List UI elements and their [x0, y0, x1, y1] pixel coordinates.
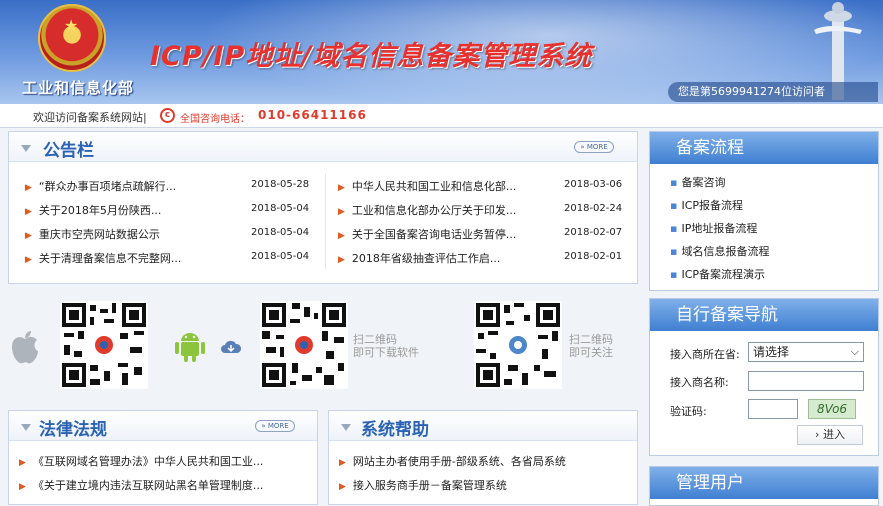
- law-item[interactable]: ▶ 《关于建立境内违法互联网站黑名单管理制度...: [19, 477, 263, 493]
- process-panel: 备案流程 ▪ 备案咨询 ▪ ICP报备流程 ▪ IP地址报备流程 ▪ 域名信息报备流程 …: [649, 131, 879, 291]
- arrow-icon: ▶: [338, 255, 345, 265]
- ios-download-qr-code: [60, 301, 148, 389]
- filing-nav-title: 自行备案导航: [650, 299, 878, 331]
- process-title: 备案流程: [650, 132, 878, 164]
- arrow-icon: ▶: [25, 231, 32, 241]
- notice-item[interactable]: ▶ 2018年省级抽查评估工作启...: [338, 250, 500, 266]
- app-download-section: 扫二维码 即可下载软件 扫二维码 即可关注: [8, 289, 640, 397]
- captcha-image[interactable]: 8Vo6: [808, 399, 856, 419]
- process-item[interactable]: ▪ 域名信息报备流程: [670, 243, 769, 259]
- national-emblem-logo: ★: [38, 4, 106, 72]
- notice-date: 2018-03-06: [564, 179, 623, 190]
- enter-button[interactable]: › 进入: [797, 425, 863, 445]
- notice-item[interactable]: ▶ “群众办事百项堵点疏解行...: [25, 178, 176, 194]
- help-title: 系统帮助: [361, 420, 429, 440]
- ministry-name: 工业和信息化部: [22, 79, 135, 97]
- provider-name-label: 接入商名称:: [670, 376, 729, 389]
- arrow-icon: ▶: [25, 207, 32, 217]
- arrow-icon: ▶: [25, 255, 32, 265]
- android-icon[interactable]: [174, 329, 206, 363]
- apple-icon[interactable]: [10, 329, 40, 365]
- process-item[interactable]: ▪ ICP备案流程演示: [670, 266, 765, 282]
- arrow-icon: ▶: [339, 482, 346, 492]
- info-bar: 欢迎访问备案系统网站| c 全国咨询电话： 010-66411166: [0, 104, 883, 128]
- follow-qr-code: [474, 301, 562, 389]
- arrow-icon: ▶: [338, 183, 345, 193]
- notice-item[interactable]: ▶ 关于清理备案信息不完整网...: [25, 250, 181, 266]
- help-panel: 系统帮助 ▶ 网站主办者使用手册-部级系统、各省局系统 ▶ 接入服务商手册－备案管理…: [328, 410, 638, 505]
- phone-number: 010-66411166: [258, 108, 367, 122]
- law-item[interactable]: ▶ 《互联网域名管理办法》中华人民共和国工业...: [19, 453, 263, 469]
- notice-item[interactable]: ▶ 重庆市空壳网站数据公示: [25, 226, 160, 242]
- admin-panel: 管理用户: [649, 466, 879, 506]
- cloud-download-icon[interactable]: [220, 339, 242, 355]
- system-title: ICP/IP地址/域名信息备案管理系统: [150, 41, 593, 72]
- arrow-icon: ▶: [338, 207, 345, 217]
- android-download-qr-code: [260, 301, 348, 389]
- filing-nav-panel: 自行备案导航 接入商所在省: 请选择 ⌵ 接入商名称: 验证码: 8Vo6 › 进…: [649, 298, 879, 456]
- welcome-text: 欢迎访问备案系统网站|: [33, 111, 147, 124]
- site-header: ★ 工业和信息化部 ICP/IP地址/域名信息备案管理系统 您是第5699941…: [0, 0, 883, 104]
- provider-location-label: 接入商所在省:: [670, 348, 740, 361]
- process-item[interactable]: ▪ ICP报备流程: [670, 197, 743, 213]
- bullet-icon: ▪: [670, 245, 678, 258]
- arrow-icon: ▶: [19, 458, 26, 468]
- arrow-icon: ▶: [339, 458, 346, 468]
- chevron-down-icon: ⌵: [850, 345, 859, 358]
- bullet-icon: ▪: [670, 199, 678, 212]
- notice-item[interactable]: ▶ 工业和信息化部办公厅关于印发...: [338, 202, 516, 218]
- help-item[interactable]: ▶ 网站主办者使用手册-部级系统、各省局系统: [339, 453, 566, 469]
- notice-item[interactable]: ▶ 关于2018年5月份陕西...: [25, 202, 161, 218]
- captcha-input[interactable]: [748, 399, 798, 419]
- phone-label: 全国咨询电话：: [180, 114, 250, 125]
- law-panel: 法律法规 » MORE ▶ 《互联网域名管理办法》中华人民共和国工业... ▶ 《关…: [8, 410, 318, 505]
- notice-more-button[interactable]: » MORE: [574, 141, 614, 153]
- notice-date: 2018-02-24: [564, 203, 623, 214]
- collapse-triangle-icon: [341, 424, 351, 431]
- arrow-icon: ▶: [19, 482, 26, 492]
- notice-item[interactable]: ▶ 关于全国备案咨询电话业务暂停...: [338, 226, 516, 242]
- notice-date: 2018-05-04: [251, 251, 310, 262]
- admin-title: 管理用户: [650, 467, 878, 499]
- visitor-counter: 您是第5699941274位访问者: [668, 82, 878, 102]
- help-item[interactable]: ▶ 接入服务商手册－备案管理系统: [339, 477, 507, 493]
- phone-icon: c: [160, 108, 175, 123]
- bullet-icon: ▪: [670, 222, 678, 235]
- bullet-icon: ▪: [670, 176, 678, 189]
- captcha-label: 验证码:: [670, 405, 707, 418]
- provider-location-select[interactable]: 请选择 ⌵: [748, 342, 864, 362]
- collapse-triangle-icon: [21, 145, 31, 152]
- arrow-icon: ▶: [338, 231, 345, 241]
- notice-date: 2018-05-28: [251, 179, 310, 190]
- law-title: 法律法规: [39, 420, 107, 440]
- collapse-triangle-icon: [21, 424, 31, 431]
- notice-date: 2018-02-01: [564, 251, 623, 262]
- bullet-icon: ▪: [670, 268, 678, 281]
- law-more-button[interactable]: » MORE: [255, 420, 295, 432]
- follow-qr-caption: 扫二维码 即可关注: [569, 333, 613, 359]
- download-qr-caption: 扫二维码 即可下载软件: [353, 333, 419, 359]
- notice-panel: 公告栏 » MORE ▶ “群众办事百项堵点疏解行... 2018-05-28 ▶…: [8, 131, 638, 284]
- arrow-icon: ▶: [25, 183, 32, 193]
- notice-date: 2018-05-04: [251, 227, 310, 238]
- notice-date: 2018-02-07: [564, 227, 623, 238]
- notice-date: 2018-05-04: [251, 203, 310, 214]
- provider-name-input[interactable]: [748, 371, 864, 391]
- process-item[interactable]: ▪ IP地址报备流程: [670, 220, 757, 236]
- notice-item[interactable]: ▶ 中华人民共和国工业和信息化部...: [338, 178, 516, 194]
- notice-title: 公告栏: [43, 141, 94, 161]
- process-item[interactable]: ▪ 备案咨询: [670, 174, 725, 190]
